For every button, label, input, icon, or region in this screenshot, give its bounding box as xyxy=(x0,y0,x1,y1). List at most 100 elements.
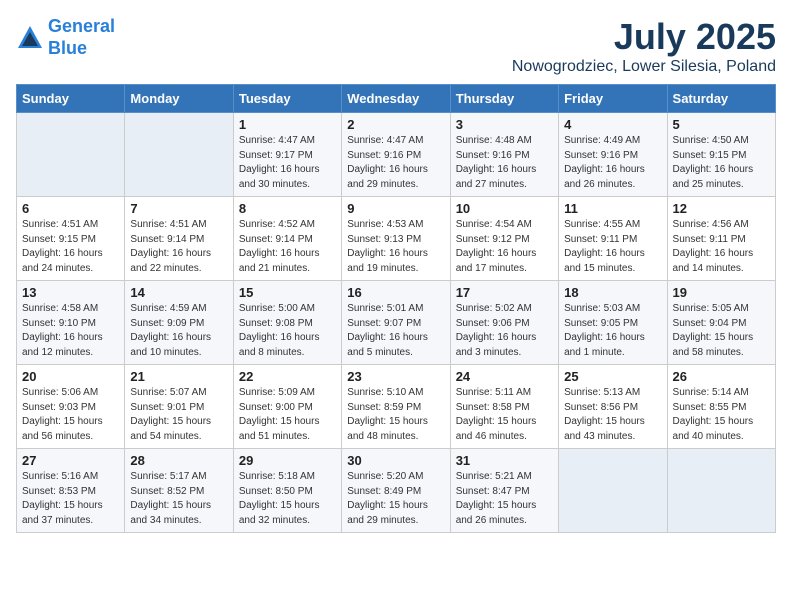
calendar-cell: 28 Sunrise: 5:17 AM Sunset: 8:52 PM Dayli… xyxy=(125,449,233,533)
day-info: Sunrise: 5:11 AM Sunset: 8:58 PM Dayligh… xyxy=(456,386,553,444)
calendar-cell: 12 Sunrise: 4:56 AM Sunset: 9:11 PM Dayli… xyxy=(667,197,775,281)
calendar-week-1: 1 Sunrise: 4:47 AM Sunset: 9:17 PM Daylig… xyxy=(17,113,776,197)
day-number: 17 xyxy=(456,285,553,300)
calendar-cell: 16 Sunrise: 5:01 AM Sunset: 9:07 PM Dayli… xyxy=(342,281,450,365)
day-info: Sunrise: 4:58 AM Sunset: 9:10 PM Dayligh… xyxy=(22,302,119,360)
calendar-cell: 23Sunrise: 5:10 AM Sunset: 8:59 PM Dayli… xyxy=(342,365,450,449)
header-sunday: Sunday xyxy=(17,85,125,113)
calendar-cell: 24Sunrise: 5:11 AM Sunset: 8:58 PM Dayli… xyxy=(450,365,558,449)
calendar-cell: 1 Sunrise: 4:47 AM Sunset: 9:17 PM Daylig… xyxy=(233,113,341,197)
day-info: Sunrise: 4:47 AM Sunset: 9:16 PM Dayligh… xyxy=(347,134,444,192)
day-info: Sunrise: 4:49 AM Sunset: 9:16 PM Dayligh… xyxy=(564,134,661,192)
day-number: 29 xyxy=(239,453,336,468)
title-block: July 2025 Nowogrodziec, Lower Silesia, P… xyxy=(512,16,776,76)
calendar-cell xyxy=(17,113,125,197)
calendar-cell: 5 Sunrise: 4:50 AM Sunset: 9:15 PM Daylig… xyxy=(667,113,775,197)
day-info: Sunrise: 5:18 AM Sunset: 8:50 PM Dayligh… xyxy=(239,470,336,528)
day-info: Sunrise: 5:01 AM Sunset: 9:07 PM Dayligh… xyxy=(347,302,444,360)
calendar-cell: 18 Sunrise: 5:03 AM Sunset: 9:05 PM Dayli… xyxy=(559,281,667,365)
day-number: 18 xyxy=(564,285,661,300)
logo-text: General Blue xyxy=(48,16,115,59)
calendar-cell: 15Sunrise: 5:00 AM Sunset: 9:08 PM Dayli… xyxy=(233,281,341,365)
logo-icon xyxy=(16,24,44,52)
day-number: 10 xyxy=(456,201,553,216)
day-number: 31 xyxy=(456,453,553,468)
day-number: 1 xyxy=(239,117,336,132)
calendar-cell: 8Sunrise: 4:52 AM Sunset: 9:14 PM Daylig… xyxy=(233,197,341,281)
calendar-week-4: 20 Sunrise: 5:06 AM Sunset: 9:03 PM Dayli… xyxy=(17,365,776,449)
day-number: 28 xyxy=(130,453,227,468)
header-monday: Monday xyxy=(125,85,233,113)
subtitle: Nowogrodziec, Lower Silesia, Poland xyxy=(512,58,776,76)
calendar-cell xyxy=(667,449,775,533)
day-info: Sunrise: 4:59 AM Sunset: 9:09 PM Dayligh… xyxy=(130,302,227,360)
day-info: Sunrise: 4:51 AM Sunset: 9:15 PM Dayligh… xyxy=(22,218,119,276)
day-info: Sunrise: 5:02 AM Sunset: 9:06 PM Dayligh… xyxy=(456,302,553,360)
day-info: Sunrise: 4:55 AM Sunset: 9:11 PM Dayligh… xyxy=(564,218,661,276)
calendar-cell: 27 Sunrise: 5:16 AM Sunset: 8:53 PM Dayli… xyxy=(17,449,125,533)
day-number: 22 xyxy=(239,369,336,384)
day-number: 20 xyxy=(22,369,119,384)
day-number: 14 xyxy=(130,285,227,300)
day-number: 27 xyxy=(22,453,119,468)
day-info: Sunrise: 5:05 AM Sunset: 9:04 PM Dayligh… xyxy=(673,302,770,360)
day-info: Sunrise: 5:16 AM Sunset: 8:53 PM Dayligh… xyxy=(22,470,119,528)
calendar-cell: 14 Sunrise: 4:59 AM Sunset: 9:09 PM Dayli… xyxy=(125,281,233,365)
calendar-cell: 19 Sunrise: 5:05 AM Sunset: 9:04 PM Dayli… xyxy=(667,281,775,365)
day-info: Sunrise: 5:07 AM Sunset: 9:01 PM Dayligh… xyxy=(130,386,227,444)
calendar-cell: 22 Sunrise: 5:09 AM Sunset: 9:00 PM Dayli… xyxy=(233,365,341,449)
day-number: 19 xyxy=(673,285,770,300)
calendar-cell: 26Sunrise: 5:14 AM Sunset: 8:55 PM Dayli… xyxy=(667,365,775,449)
day-number: 11 xyxy=(564,201,661,216)
day-info: Sunrise: 5:09 AM Sunset: 9:00 PM Dayligh… xyxy=(239,386,336,444)
calendar-cell: 9Sunrise: 4:53 AM Sunset: 9:13 PM Daylig… xyxy=(342,197,450,281)
day-info: Sunrise: 4:50 AM Sunset: 9:15 PM Dayligh… xyxy=(673,134,770,192)
calendar-header-row: SundayMondayTuesdayWednesdayThursdayFrid… xyxy=(17,85,776,113)
day-info: Sunrise: 4:53 AM Sunset: 9:13 PM Dayligh… xyxy=(347,218,444,276)
calendar-cell: 11 Sunrise: 4:55 AM Sunset: 9:11 PM Dayli… xyxy=(559,197,667,281)
day-info: Sunrise: 4:54 AM Sunset: 9:12 PM Dayligh… xyxy=(456,218,553,276)
calendar-cell: 4 Sunrise: 4:49 AM Sunset: 9:16 PM Daylig… xyxy=(559,113,667,197)
day-info: Sunrise: 4:51 AM Sunset: 9:14 PM Dayligh… xyxy=(130,218,227,276)
day-number: 5 xyxy=(673,117,770,132)
day-number: 16 xyxy=(347,285,444,300)
header-thursday: Thursday xyxy=(450,85,558,113)
day-info: Sunrise: 5:13 AM Sunset: 8:56 PM Dayligh… xyxy=(564,386,661,444)
day-info: Sunrise: 5:10 AM Sunset: 8:59 PM Dayligh… xyxy=(347,386,444,444)
calendar-cell: 21 Sunrise: 5:07 AM Sunset: 9:01 PM Dayli… xyxy=(125,365,233,449)
day-info: Sunrise: 4:47 AM Sunset: 9:17 PM Dayligh… xyxy=(239,134,336,192)
day-number: 12 xyxy=(673,201,770,216)
header-friday: Friday xyxy=(559,85,667,113)
main-title: July 2025 xyxy=(512,16,776,58)
day-number: 25 xyxy=(564,369,661,384)
logo-line2: Blue xyxy=(48,38,87,58)
calendar-cell: 30Sunrise: 5:20 AM Sunset: 8:49 PM Dayli… xyxy=(342,449,450,533)
day-info: Sunrise: 5:06 AM Sunset: 9:03 PM Dayligh… xyxy=(22,386,119,444)
day-number: 13 xyxy=(22,285,119,300)
day-info: Sunrise: 5:03 AM Sunset: 9:05 PM Dayligh… xyxy=(564,302,661,360)
day-number: 6 xyxy=(22,201,119,216)
day-info: Sunrise: 4:56 AM Sunset: 9:11 PM Dayligh… xyxy=(673,218,770,276)
calendar-cell: 20 Sunrise: 5:06 AM Sunset: 9:03 PM Dayli… xyxy=(17,365,125,449)
calendar-cell: 29 Sunrise: 5:18 AM Sunset: 8:50 PM Dayli… xyxy=(233,449,341,533)
logo-line1: General xyxy=(48,16,115,36)
logo: General Blue xyxy=(16,16,115,59)
day-info: Sunrise: 5:00 AM Sunset: 9:08 PM Dayligh… xyxy=(239,302,336,360)
day-number: 30 xyxy=(347,453,444,468)
calendar-cell: 10 Sunrise: 4:54 AM Sunset: 9:12 PM Dayli… xyxy=(450,197,558,281)
calendar-cell: 7 Sunrise: 4:51 AM Sunset: 9:14 PM Daylig… xyxy=(125,197,233,281)
day-number: 2 xyxy=(347,117,444,132)
calendar-cell: 13 Sunrise: 4:58 AM Sunset: 9:10 PM Dayli… xyxy=(17,281,125,365)
calendar-cell: 25 Sunrise: 5:13 AM Sunset: 8:56 PM Dayli… xyxy=(559,365,667,449)
day-number: 4 xyxy=(564,117,661,132)
day-number: 3 xyxy=(456,117,553,132)
day-number: 21 xyxy=(130,369,227,384)
day-number: 26 xyxy=(673,369,770,384)
day-info: Sunrise: 4:48 AM Sunset: 9:16 PM Dayligh… xyxy=(456,134,553,192)
day-info: Sunrise: 5:17 AM Sunset: 8:52 PM Dayligh… xyxy=(130,470,227,528)
header-wednesday: Wednesday xyxy=(342,85,450,113)
day-number: 8 xyxy=(239,201,336,216)
calendar-cell xyxy=(125,113,233,197)
header-saturday: Saturday xyxy=(667,85,775,113)
day-number: 7 xyxy=(130,201,227,216)
